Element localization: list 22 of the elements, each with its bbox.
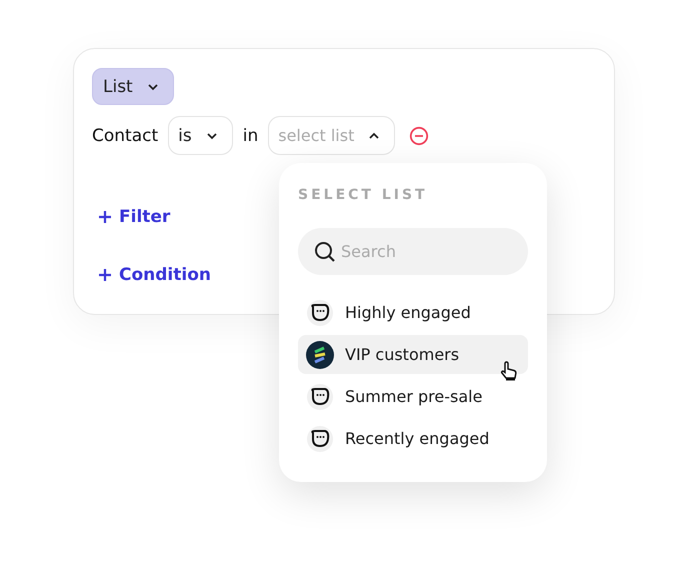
list-item[interactable]: Highly engaged xyxy=(298,293,528,332)
add-link[interactable]: Condition xyxy=(98,265,211,285)
operator-select[interactable]: is xyxy=(168,116,233,155)
chevron-up-icon xyxy=(368,132,380,140)
field-label: Contact xyxy=(92,126,158,146)
search-field[interactable]: Search xyxy=(298,228,528,275)
list-item[interactable]: Recently engaged xyxy=(298,419,528,458)
connector-label: in xyxy=(242,126,258,146)
chat-bubble-icon xyxy=(306,382,334,410)
list-item[interactable]: Summer pre-sale xyxy=(298,377,528,416)
chat-bubble-icon xyxy=(306,298,334,326)
logo-icon xyxy=(306,340,334,368)
add-link[interactable]: Filter xyxy=(98,207,170,227)
plus-icon xyxy=(98,268,112,282)
remove-icon[interactable] xyxy=(409,126,430,146)
dropdown-title: SELECT LIST xyxy=(298,187,429,203)
plus-icon xyxy=(98,210,112,224)
type-select[interactable]: List xyxy=(92,68,174,105)
chevron-down-icon xyxy=(206,132,218,140)
chevron-down-icon xyxy=(146,82,159,90)
chat-bubble-icon xyxy=(306,424,334,452)
hand-cursor-icon xyxy=(500,361,518,381)
